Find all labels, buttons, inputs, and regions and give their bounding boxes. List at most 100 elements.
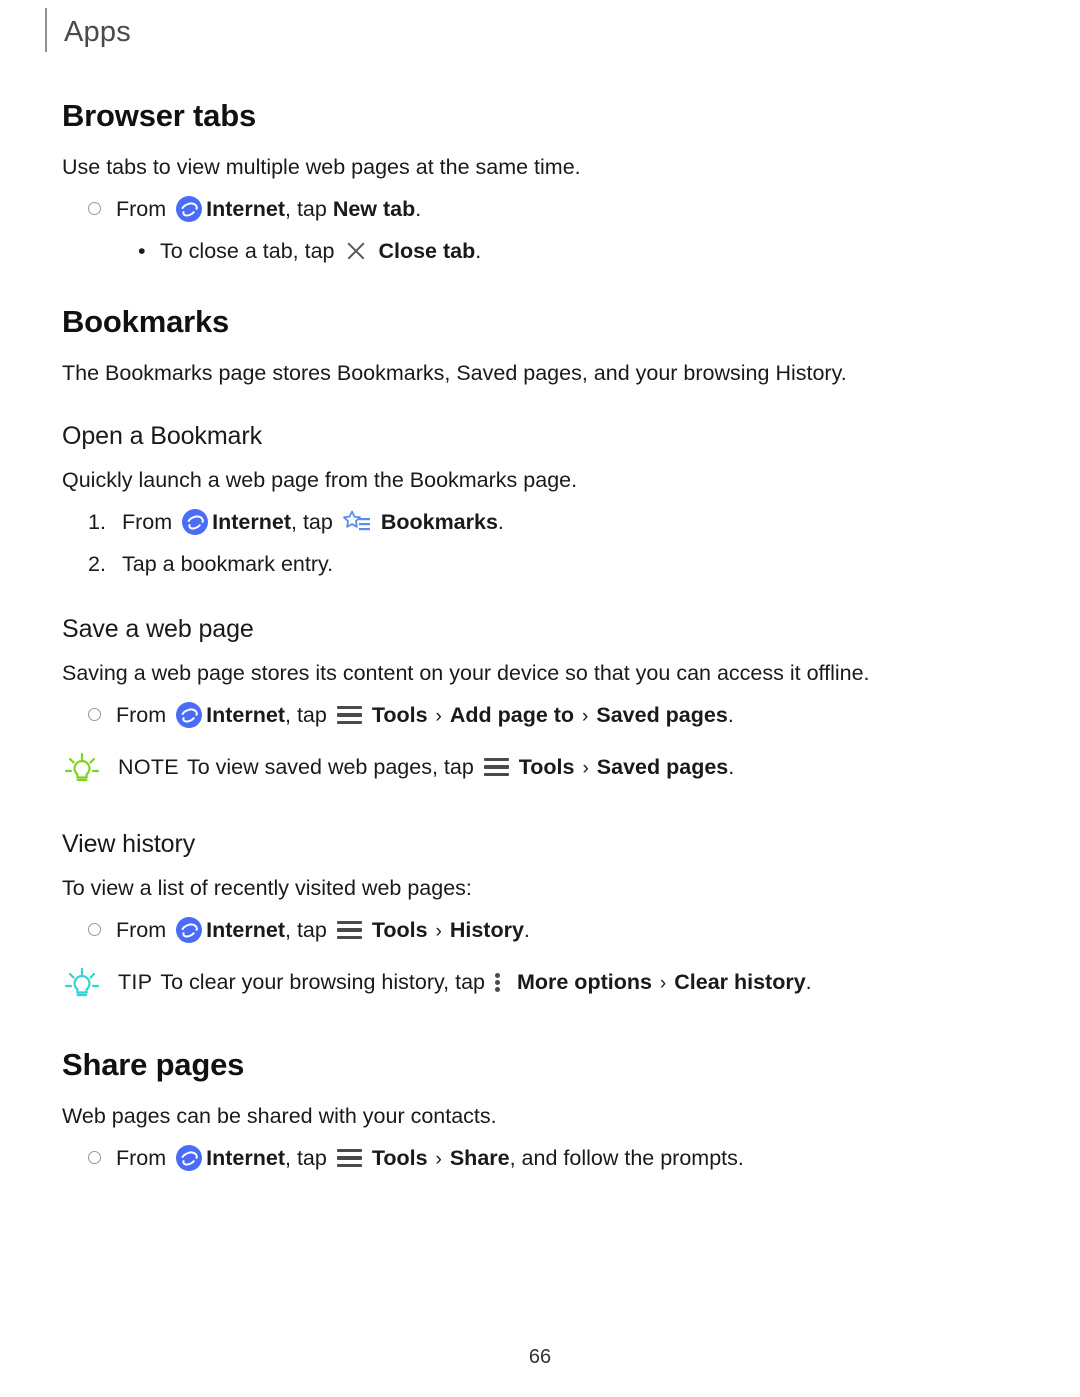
chevron-right-icon: › [435, 921, 442, 942]
view-history-step-1: From Internet, tap Tools › History. [62, 913, 1018, 949]
view-history-intro: To view a list of recently visited web p… [62, 876, 472, 900]
internet-icon [176, 195, 203, 222]
step-mid-text: , tap [285, 1146, 327, 1170]
tip-end-punct: . [805, 970, 812, 994]
bookmarks-label: Bookmarks [380, 510, 498, 534]
hamburger-menu-icon [336, 920, 362, 940]
subsection-heading-view-history: View history [62, 830, 196, 858]
internet-icon [182, 508, 209, 535]
add-page-to-label: Add page to [449, 703, 575, 727]
tip-label: TIP [118, 970, 153, 994]
hamburger-menu-icon [336, 1148, 362, 1168]
browser-tabs-sub-bullet: • To close a tab, tap Close tab. [62, 234, 1018, 268]
subsection-heading-save-a-web-page: Save a web page [62, 615, 254, 643]
browser-tabs-sub-text: To close a tab, tap Close tab. [160, 234, 1018, 268]
header-divider [45, 8, 47, 52]
browser-tabs-step-1: From Internet, tap New tab. [62, 192, 1018, 226]
more-options-label: More options [516, 970, 652, 994]
browser-tabs-intro: Use tabs to view multiple web pages at t… [62, 155, 581, 179]
browser-tabs-step-1-text: From Internet, tap New tab. [116, 192, 1018, 226]
tools-label: Tools [371, 918, 428, 942]
manual-page: Apps Browser tabs Use tabs to view multi… [0, 0, 1080, 1397]
bookmarks-intro: The Bookmarks page stores Bookmarks, Sav… [62, 361, 847, 385]
internet-icon [176, 701, 203, 728]
more-options-icon [494, 971, 503, 993]
note-callout-text: NOTE To view saved web pages, tap Tools ›… [118, 750, 1018, 786]
dot-bullet-icon: • [138, 239, 146, 263]
close-tab-pre-text: To close a tab, tap [160, 239, 335, 263]
step-mid-text: , tap [291, 510, 333, 534]
internet-app-label: Internet [206, 918, 285, 942]
tools-label: Tools [518, 755, 575, 779]
chevron-right-icon: › [582, 758, 589, 779]
share-label: Share [449, 1146, 510, 1170]
section-heading-browser-tabs: Browser tabs [62, 98, 256, 133]
chevron-right-icon: › [582, 706, 589, 727]
hollow-circle-bullet-icon [88, 913, 116, 947]
hollow-circle-bullet-icon [88, 1141, 116, 1175]
step-from-label: From [116, 1146, 167, 1170]
chevron-right-icon: › [659, 973, 667, 994]
save-web-page-intro: Saving a web page stores its content on … [62, 661, 870, 685]
chevron-right-icon: › [435, 1149, 442, 1170]
step-from-label: From [116, 703, 167, 727]
page-number: 66 [528, 1346, 552, 1368]
chevron-right-icon: › [435, 706, 442, 727]
step-end-punct: . [497, 510, 504, 534]
page-title: Apps [64, 16, 131, 48]
note-end-punct: . [728, 755, 735, 779]
save-web-page-step-1: From Internet, tap Tools › Add page to ›… [62, 698, 1018, 734]
tip-bulb-icon [62, 965, 118, 1011]
step-number-2: 2. [88, 552, 106, 576]
section-heading-share-pages: Share pages [62, 1047, 245, 1082]
page-header: Apps [45, 0, 1018, 62]
save-web-page-step-1-text: From Internet, tap Tools › Add page to ›… [116, 698, 1018, 734]
view-history-step-1-text: From Internet, tap Tools › History. [116, 913, 1018, 949]
internet-app-label: Internet [206, 1146, 285, 1170]
note-pre-text: To view saved web pages, tap [186, 755, 474, 779]
clear-history-label: Clear history [674, 970, 806, 994]
open-bookmark-step-2: 2. Tap a bookmark entry. [62, 547, 1018, 581]
new-tab-label: New tab [332, 197, 416, 221]
step-mid-text: , tap [285, 703, 327, 727]
note-label: NOTE [118, 755, 179, 779]
hamburger-menu-icon [336, 705, 362, 725]
step-mid-text: , tap [285, 918, 327, 942]
step-end-punct: . [727, 703, 734, 727]
step-number-1: 1. [88, 510, 106, 534]
section-heading-bookmarks: Bookmarks [62, 304, 230, 339]
tools-label: Tools [371, 703, 428, 727]
tools-label: Tools [371, 1146, 428, 1170]
hollow-circle-bullet-icon [88, 698, 116, 732]
tip-callout: TIP To clear your browsing history, tap M… [62, 965, 1018, 1011]
tip-callout-text: TIP To clear your browsing history, tap M… [118, 965, 1018, 1001]
hollow-circle-bullet-icon [88, 192, 116, 226]
step-end-punct: . [415, 197, 422, 221]
step-end-punct: . [523, 918, 530, 942]
note-callout: NOTE To view saved web pages, tap Tools ›… [62, 750, 1018, 796]
step-mid-text: , tap [285, 197, 333, 221]
open-bookmark-intro: Quickly launch a web page from the Bookm… [62, 468, 578, 492]
open-bookmark-step-1: 1. From Internet, tap Bookmarks. [62, 505, 1018, 539]
internet-app-label: Internet [212, 510, 291, 534]
open-bookmark-step-2-text: Tap a bookmark entry. [122, 552, 334, 576]
step-end-punct: , and follow the prompts. [509, 1146, 744, 1170]
close-tab-end-punct: . [475, 239, 482, 263]
tip-pre-text: To clear your browsing history, tap [160, 970, 485, 994]
saved-pages-label: Saved pages [596, 755, 729, 779]
close-icon [344, 239, 368, 263]
internet-app-label: Internet [206, 197, 285, 221]
subsection-heading-open-a-bookmark: Open a Bookmark [62, 422, 262, 450]
close-tab-label: Close tab [378, 239, 476, 263]
open-bookmark-step-1-text: From Internet, tap Bookmarks. [122, 505, 1018, 539]
hamburger-menu-icon [483, 757, 509, 777]
step-from-label: From [116, 197, 167, 221]
share-pages-step-1: From Internet, tap Tools › Share, and fo… [62, 1141, 1018, 1177]
note-bulb-icon [62, 750, 118, 796]
bookmarks-icon [342, 509, 371, 535]
internet-app-label: Internet [206, 703, 285, 727]
step-from-label: From [122, 510, 173, 534]
internet-icon [176, 1144, 203, 1171]
saved-pages-label: Saved pages [596, 703, 728, 727]
share-pages-step-1-text: From Internet, tap Tools › Share, and fo… [116, 1141, 1018, 1177]
